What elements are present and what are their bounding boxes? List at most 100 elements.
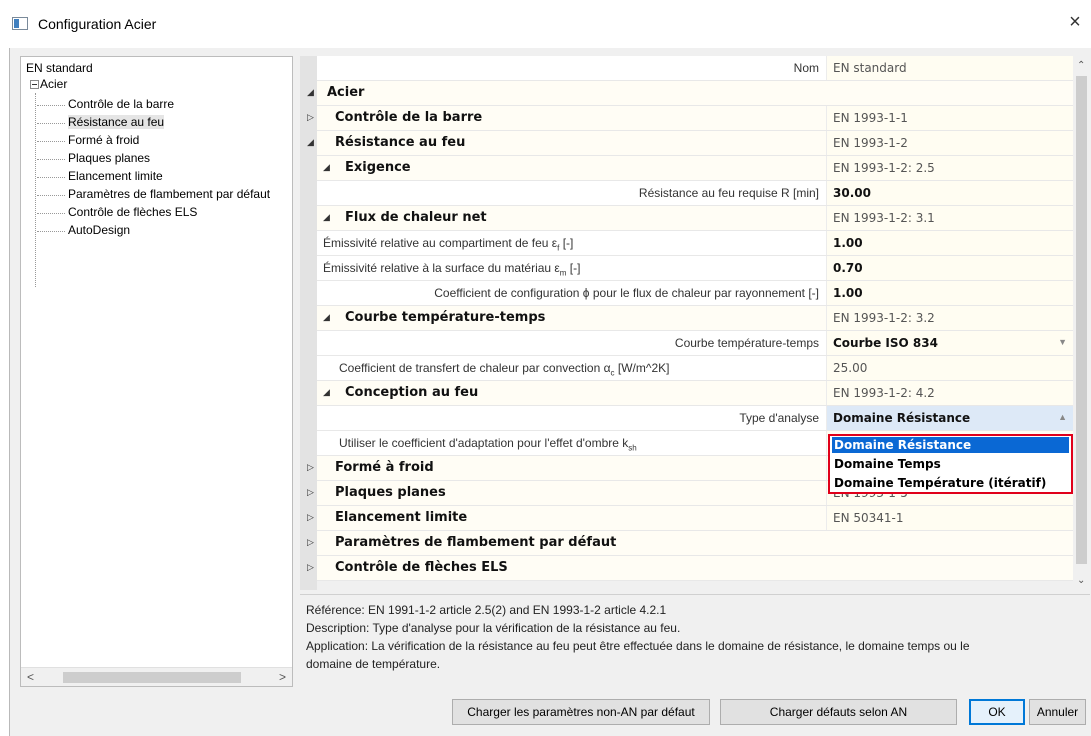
row-courbe-select[interactable]: Courbe température-temps Courbe ISO 834 …: [317, 331, 1073, 356]
tree-item-fleches-els[interactable]: Contrôle de flèches ELS: [36, 205, 197, 219]
collapse-icon[interactable]: [30, 80, 39, 89]
tree-item-resistance-feu[interactable]: Résistance au feu: [36, 115, 165, 129]
option-domaine-temperature[interactable]: Domaine Température (itératif): [832, 475, 1069, 491]
row-controle-barre[interactable]: ▷ Contrôle de la barre EN 1993-1-1: [307, 106, 1073, 131]
courbe-select-value[interactable]: Courbe ISO 834: [833, 336, 938, 350]
row-conception[interactable]: ◢ Conception au feu EN 1993-1-2: 4.2: [317, 381, 1073, 406]
coef-transfert-value: 25.00: [833, 361, 868, 375]
tree-item-autodesign[interactable]: AutoDesign: [36, 223, 130, 237]
tree-item-controle-barre[interactable]: Contrôle de la barre: [36, 97, 174, 111]
emissivite-f-label: Émissivité relative au compartiment de f…: [323, 236, 574, 253]
row-flambement[interactable]: ▷ Paramètres de flambement par défaut: [307, 531, 1073, 556]
coef-config-value[interactable]: 1.00: [833, 286, 863, 300]
description-reference: Référence: EN 1991-1-2 article 2.5(2) an…: [306, 603, 667, 617]
collapsed-icon[interactable]: ▷: [307, 537, 314, 548]
controle-barre-value: EN 1993-1-1: [833, 111, 908, 125]
collapsed-icon[interactable]: ▷: [307, 512, 314, 523]
row-resistance-feu[interactable]: ◢ Résistance au feu EN 1993-1-2: [307, 131, 1073, 156]
scroll-up-icon[interactable]: ⌃: [1077, 60, 1085, 71]
category-plaques-planes: Plaques planes: [335, 485, 446, 500]
app-icon: [12, 17, 28, 30]
resistance-requise-label: Résistance au feu requise R [min]: [638, 186, 819, 200]
tree-item-forme-froid[interactable]: Formé à froid: [36, 133, 139, 147]
row-acier[interactable]: ◢ Acier: [307, 81, 1073, 106]
exigence-value: EN 1993-1-2: 2.5: [833, 161, 935, 175]
expanded-icon[interactable]: ◢: [323, 312, 330, 323]
load-an-defaults-button[interactable]: Charger défauts selon AN: [720, 699, 957, 725]
tree-item-plaques-planes[interactable]: Plaques planes: [36, 151, 150, 165]
row-elancement[interactable]: ▷ Elancement limite EN 50341-1: [307, 506, 1073, 531]
resistance-feu-value: EN 1993-1-2: [833, 136, 908, 150]
courbe-value: EN 1993-1-2: 3.2: [833, 311, 935, 325]
tree-node-label: Acier: [40, 77, 68, 91]
nom-label: Nom: [793, 61, 819, 75]
tree-item-elancement-limite[interactable]: Elancement limite: [37, 169, 163, 183]
row-resistance-requise[interactable]: Résistance au feu requise R [min] 30.00: [317, 181, 1073, 206]
row-emissivite-m[interactable]: Émissivité relative à la surface du maté…: [317, 256, 1073, 281]
chevron-up-icon[interactable]: ▲: [1058, 412, 1067, 422]
expanded-icon[interactable]: ◢: [323, 387, 330, 398]
scroll-thumb[interactable]: [63, 672, 241, 683]
description-application: Application: La vérification de la résis…: [306, 639, 970, 653]
close-icon[interactable]: ×: [1063, 10, 1087, 34]
type-analyse-select[interactable]: Domaine Résistance: [833, 411, 970, 425]
tree-node-acier[interactable]: Acier: [30, 77, 68, 91]
row-nom[interactable]: Nom EN standard: [317, 56, 1073, 81]
chevron-down-icon[interactable]: ▼: [1058, 337, 1067, 347]
collapsed-icon[interactable]: ▷: [307, 487, 314, 498]
elancement-value: EN 50341-1: [833, 511, 904, 525]
emissivite-m-value[interactable]: 0.70: [833, 261, 863, 275]
coef-config-label: Coefficient de configuration ϕ pour le f…: [434, 286, 819, 300]
collapsed-icon[interactable]: ▷: [307, 562, 314, 573]
expanded-icon[interactable]: ◢: [307, 87, 314, 98]
row-type-analyse[interactable]: Type d'analyse Domaine Résistance ▲: [317, 406, 1073, 431]
category-fleches: Contrôle de flèches ELS: [335, 560, 508, 575]
scroll-down-icon[interactable]: ⌄: [1077, 575, 1085, 586]
category-acier: Acier: [327, 85, 365, 100]
resistance-requise-value[interactable]: 30.00: [833, 186, 871, 200]
collapsed-icon[interactable]: ▷: [307, 462, 314, 473]
expanded-icon[interactable]: ◢: [307, 137, 314, 148]
tree-root-en-standard[interactable]: EN standard: [26, 61, 93, 75]
row-fleches[interactable]: ▷ Contrôle de flèches ELS: [307, 556, 1073, 581]
property-grid: Nom EN standard ◢ Acier ▷ Contrôle de la…: [300, 56, 1090, 590]
description-text: Description: Type d'analyse pour la véri…: [306, 621, 681, 635]
row-emissivite-f[interactable]: Émissivité relative au compartiment de f…: [317, 231, 1073, 256]
load-non-an-defaults-button[interactable]: Charger les paramètres non-AN par défaut: [452, 699, 710, 725]
type-analyse-label: Type d'analyse: [739, 411, 819, 425]
option-domaine-resistance[interactable]: Domaine Résistance: [832, 437, 1069, 453]
category-controle-barre: Contrôle de la barre: [335, 110, 483, 125]
expanded-icon[interactable]: ◢: [323, 162, 330, 173]
grid-vertical-scrollbar[interactable]: ⌃ ⌄: [1073, 56, 1090, 590]
row-coef-config[interactable]: Coefficient de configuration ϕ pour le f…: [317, 281, 1073, 306]
conception-value: EN 1993-1-2: 4.2: [833, 386, 935, 400]
option-domaine-temps[interactable]: Domaine Temps: [832, 456, 1069, 472]
type-analyse-dropdown[interactable]: Domaine Résistance Domaine Temps Domaine…: [828, 434, 1073, 494]
category-courbe: Courbe température-temps: [345, 310, 546, 325]
row-flux-chaleur[interactable]: ◢ Flux de chaleur net EN 1993-1-2: 3.1: [317, 206, 1073, 231]
scroll-left-icon[interactable]: <: [27, 670, 34, 684]
row-coef-transfert[interactable]: Coefficient de transfert de chaleur par …: [317, 356, 1073, 381]
scroll-thumb[interactable]: [1076, 76, 1087, 564]
description-application-cont: domaine de température.: [306, 657, 441, 671]
nom-value[interactable]: EN standard: [833, 61, 907, 75]
row-courbe[interactable]: ◢ Courbe température-temps EN 1993-1-2: …: [317, 306, 1073, 331]
scroll-right-icon[interactable]: >: [279, 670, 286, 684]
flux-value: EN 1993-1-2: 3.1: [833, 211, 935, 225]
category-exigence: Exigence: [345, 160, 411, 175]
emissivite-f-value[interactable]: 1.00: [833, 236, 863, 250]
row-exigence[interactable]: ◢ Exigence EN 1993-1-2: 2.5: [317, 156, 1073, 181]
tree-item-flambement[interactable]: Paramètres de flambement par défaut: [36, 187, 270, 201]
window-title: Configuration Acier: [38, 16, 157, 32]
coef-transfert-label: Coefficient de transfert de chaleur par …: [339, 361, 670, 378]
courbe-select-label: Courbe température-temps: [674, 336, 819, 350]
tree-horizontal-scrollbar[interactable]: < >: [21, 667, 292, 686]
category-flux-chaleur: Flux de chaleur net: [345, 210, 487, 225]
collapsed-icon[interactable]: ▷: [307, 112, 314, 123]
ok-button[interactable]: OK: [969, 699, 1025, 725]
ombre-label: Utiliser le coefficient d'adaptation pou…: [339, 436, 637, 453]
settings-tree: EN standard Acier Contrôle de la barre R…: [20, 56, 293, 687]
category-conception: Conception au feu: [345, 385, 479, 400]
expanded-icon[interactable]: ◢: [323, 212, 330, 223]
cancel-button[interactable]: Annuler: [1029, 699, 1086, 725]
